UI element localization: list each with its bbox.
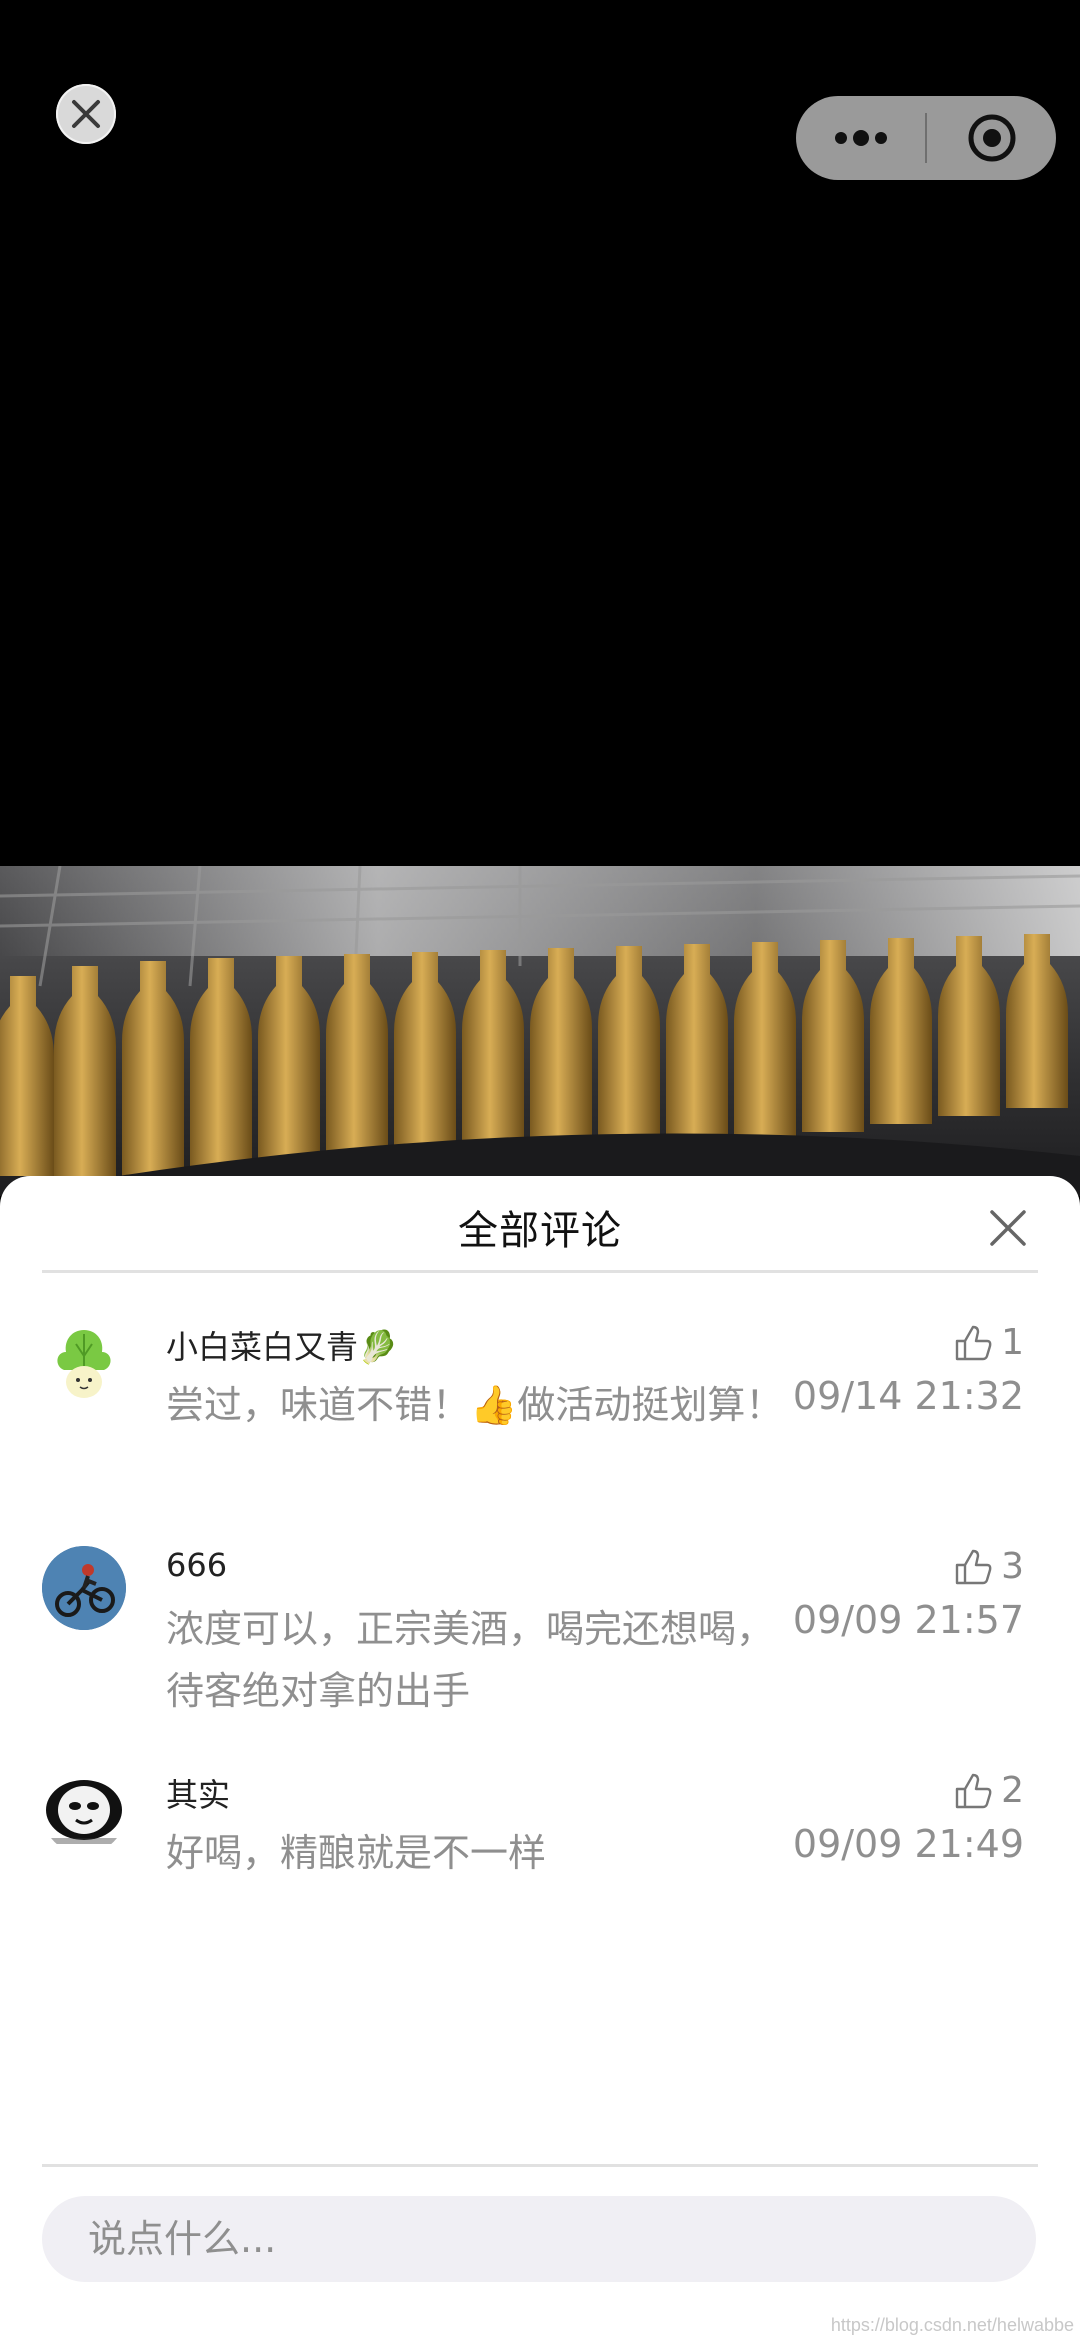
- comments-sheet: 全部评论 小白菜白又青🥬 尝过，味道不错！👍做活动挺划算！ 1 09/14 21…: [0, 1176, 1080, 2340]
- close-icon: [72, 100, 100, 128]
- comment-time: 09/14 21:32: [792, 1374, 1024, 1418]
- video-player[interactable]: [0, 866, 1080, 1196]
- avatar[interactable]: [42, 1770, 126, 1854]
- comment-time: 09/09 21:49: [792, 1822, 1024, 1866]
- motocross-avatar-icon: [42, 1546, 126, 1630]
- bottling-line-frame: [0, 866, 1080, 1196]
- comment-author[interactable]: 666: [166, 1546, 227, 1584]
- thumbs-up-icon: [955, 1549, 992, 1584]
- target-icon: [968, 114, 1015, 162]
- divider: [42, 1270, 1038, 1273]
- comment-input-box[interactable]: [42, 2196, 1036, 2282]
- like-count: 3: [1001, 1546, 1024, 1587]
- comment-item: 小白菜白又青🥬 尝过，味道不错！👍做活动挺划算！ 1 09/14 21:32: [0, 1322, 1080, 1522]
- more-button[interactable]: [796, 96, 925, 180]
- comment-text: 好喝，精酿就是不一样: [166, 1831, 547, 1875]
- sheet-title: 全部评论: [458, 1208, 622, 1254]
- avatar[interactable]: [42, 1322, 126, 1406]
- more-dots-icon: [834, 130, 887, 146]
- comment-author[interactable]: 小白菜白又青🥬: [166, 1322, 398, 1368]
- like-button[interactable]: 1: [953, 1322, 1024, 1363]
- exit-miniprogram-button[interactable]: [927, 96, 1056, 180]
- comment-author[interactable]: 其实: [166, 1770, 230, 1816]
- like-button[interactable]: 2: [953, 1770, 1024, 1811]
- close-button[interactable]: [56, 84, 116, 144]
- like-count: 1: [1001, 1322, 1024, 1363]
- thumbs-up-icon: [955, 1773, 992, 1808]
- close-icon: [990, 1210, 1026, 1246]
- comment-time: 09/09 21:57: [792, 1598, 1024, 1642]
- comment-input[interactable]: [86, 2216, 990, 2262]
- panda-meme-avatar-icon: [42, 1770, 126, 1854]
- comment-item: 其实 好喝，精酿就是不一样 2 09/09 21:49: [0, 1770, 1080, 1970]
- divider: [42, 2164, 1038, 2167]
- thumbs-up-icon: [955, 1325, 992, 1360]
- comment-text: 尝过，味道不错！👍做活动挺划算！: [166, 1383, 784, 1427]
- like-button[interactable]: 3: [953, 1546, 1024, 1587]
- like-count: 2: [1001, 1770, 1024, 1811]
- cabbage-avatar-icon: [43, 1323, 125, 1405]
- watermark: https://blog.csdn.net/helwabbe: [830, 2315, 1074, 2335]
- comment-text: 浓度可以，正宗美酒，喝完还想喝，待客绝对拿的出手: [166, 1607, 775, 1713]
- sheet-close-button[interactable]: [986, 1206, 1030, 1250]
- avatar[interactable]: [42, 1546, 126, 1630]
- comment-item: 666 浓度可以，正宗美酒，喝完还想喝，待客绝对拿的出手 3 09/09 21:…: [0, 1546, 1080, 1746]
- menu-capsule: [796, 96, 1056, 180]
